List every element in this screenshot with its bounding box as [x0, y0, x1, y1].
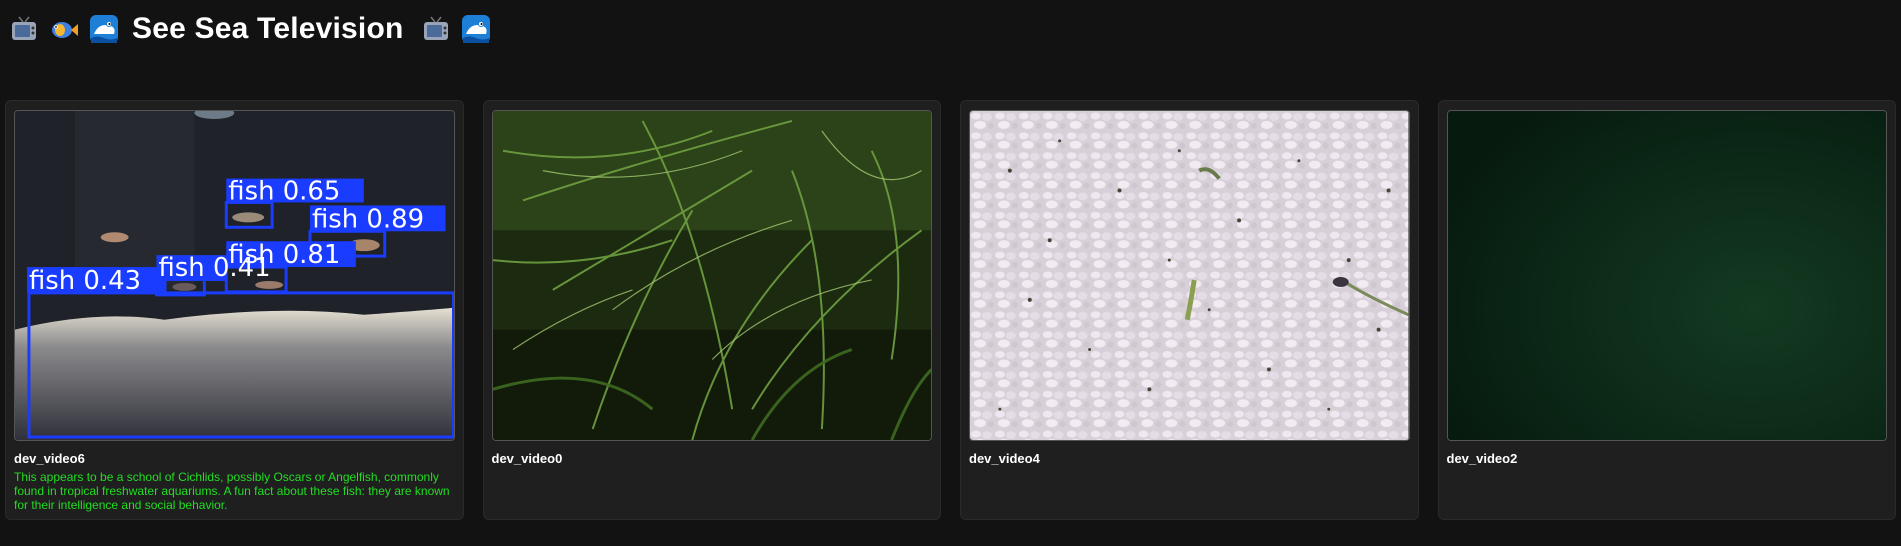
- video-frame-dark-green: [1447, 111, 1886, 440]
- whale-icon: [88, 13, 120, 45]
- video-frame-green-plants: [492, 111, 931, 440]
- detection-label: fish 0.65: [228, 176, 340, 206]
- detection-label: fish 0.43: [29, 266, 141, 296]
- camera-card[interactable]: dev_video2: [1437, 100, 1896, 520]
- video-frame-dark-tank: fish 0.65 fish 0.89 fish 0.81 fish 0.43 …: [15, 111, 454, 440]
- camera-label: dev_video0: [491, 451, 563, 466]
- video-feed[interactable]: [491, 110, 932, 441]
- detection-label: fish 0.41: [159, 253, 271, 283]
- fish-icon: [48, 13, 80, 45]
- camera-card[interactable]: dev_video0: [482, 100, 941, 520]
- camera-card[interactable]: fish 0.65 fish 0.89 fish 0.81 fish 0.43 …: [5, 100, 464, 520]
- camera-grid: fish 0.65 fish 0.89 fish 0.81 fish 0.43 …: [5, 100, 1896, 520]
- whale-icon: [460, 13, 492, 45]
- tv-icon: [420, 13, 452, 45]
- page-title: See Sea Television: [132, 12, 404, 45]
- video-feed[interactable]: [969, 110, 1410, 441]
- camera-label: dev_video4: [969, 451, 1040, 466]
- video-feed[interactable]: fish 0.65 fish 0.89 fish 0.81 fish 0.43 …: [14, 110, 455, 441]
- video-frame-white-gravel: [970, 111, 1409, 440]
- page-header: See Sea Television: [8, 8, 492, 50]
- tv-icon: [8, 13, 40, 45]
- camera-description: This appears to be a school of Cichlids,…: [14, 470, 450, 512]
- video-feed[interactable]: [1446, 110, 1887, 441]
- camera-card[interactable]: dev_video4: [960, 100, 1419, 520]
- detection-label: fish 0.89: [312, 204, 424, 234]
- camera-label: dev_video6: [14, 451, 85, 466]
- camera-label: dev_video2: [1446, 451, 1518, 466]
